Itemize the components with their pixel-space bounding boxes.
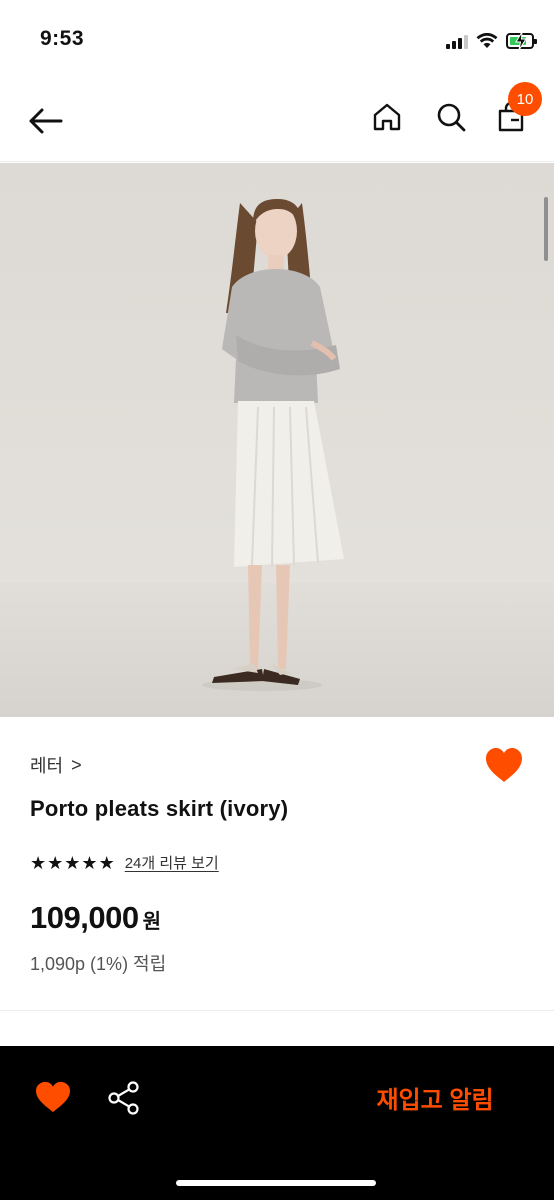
star-icon: ★: [47, 852, 64, 873]
star-icon: ★: [30, 852, 47, 873]
star-icon: ★: [64, 852, 81, 873]
status-icons: [446, 30, 537, 52]
wishlist-button[interactable]: [484, 746, 524, 784]
home-icon: [373, 103, 401, 131]
bottom-action-bar: 재입고 알림: [0, 1046, 554, 1200]
price-unit: 원: [142, 911, 161, 933]
share-icon: [108, 1081, 139, 1115]
reward-points: 1,090p (1%) 적립: [30, 954, 167, 974]
share-button[interactable]: [106, 1080, 142, 1116]
restock-alert-button[interactable]: 재입고 알림: [340, 1070, 530, 1124]
back-button[interactable]: [24, 100, 66, 142]
star-icon: ★: [98, 852, 115, 873]
brand-link[interactable]: 레터 >: [30, 752, 82, 778]
heart-icon: [486, 748, 522, 782]
bottom-wishlist-button[interactable]: [34, 1080, 72, 1114]
nav-bar: 10: [0, 80, 554, 162]
divider: [0, 1010, 554, 1011]
status-time: 9:53: [40, 27, 85, 50]
product-image[interactable]: [0, 163, 554, 717]
review-link[interactable]: 24개 리뷰 보기: [125, 852, 219, 873]
wifi-icon: [476, 33, 498, 48]
heart-icon: [36, 1081, 70, 1113]
search-button[interactable]: [430, 96, 472, 138]
product-photo: [0, 199, 554, 717]
arrow-left-icon: [29, 108, 63, 134]
rating-stars: ★ ★ ★ ★ ★: [30, 854, 115, 872]
cart-count-badge: 10: [508, 82, 542, 116]
scroll-indicator: [544, 197, 548, 261]
cellular-signal-icon: [446, 33, 468, 49]
price-value: 109,000: [30, 900, 139, 935]
price-row: 109,000 원: [30, 900, 161, 936]
home-indicator: [176, 1180, 376, 1186]
star-icon: ★: [81, 852, 98, 873]
status-bar: 9:53: [0, 0, 554, 80]
rating-row: ★ ★ ★ ★ ★ 24개 리뷰 보기: [30, 852, 219, 873]
home-button[interactable]: [366, 96, 408, 138]
brand-name: 레터: [30, 756, 64, 776]
chevron-right-icon: >: [71, 754, 82, 775]
search-icon: [437, 103, 466, 132]
product-name: Porto pleats skirt (ivory): [30, 796, 289, 821]
battery-icon: [506, 32, 537, 50]
